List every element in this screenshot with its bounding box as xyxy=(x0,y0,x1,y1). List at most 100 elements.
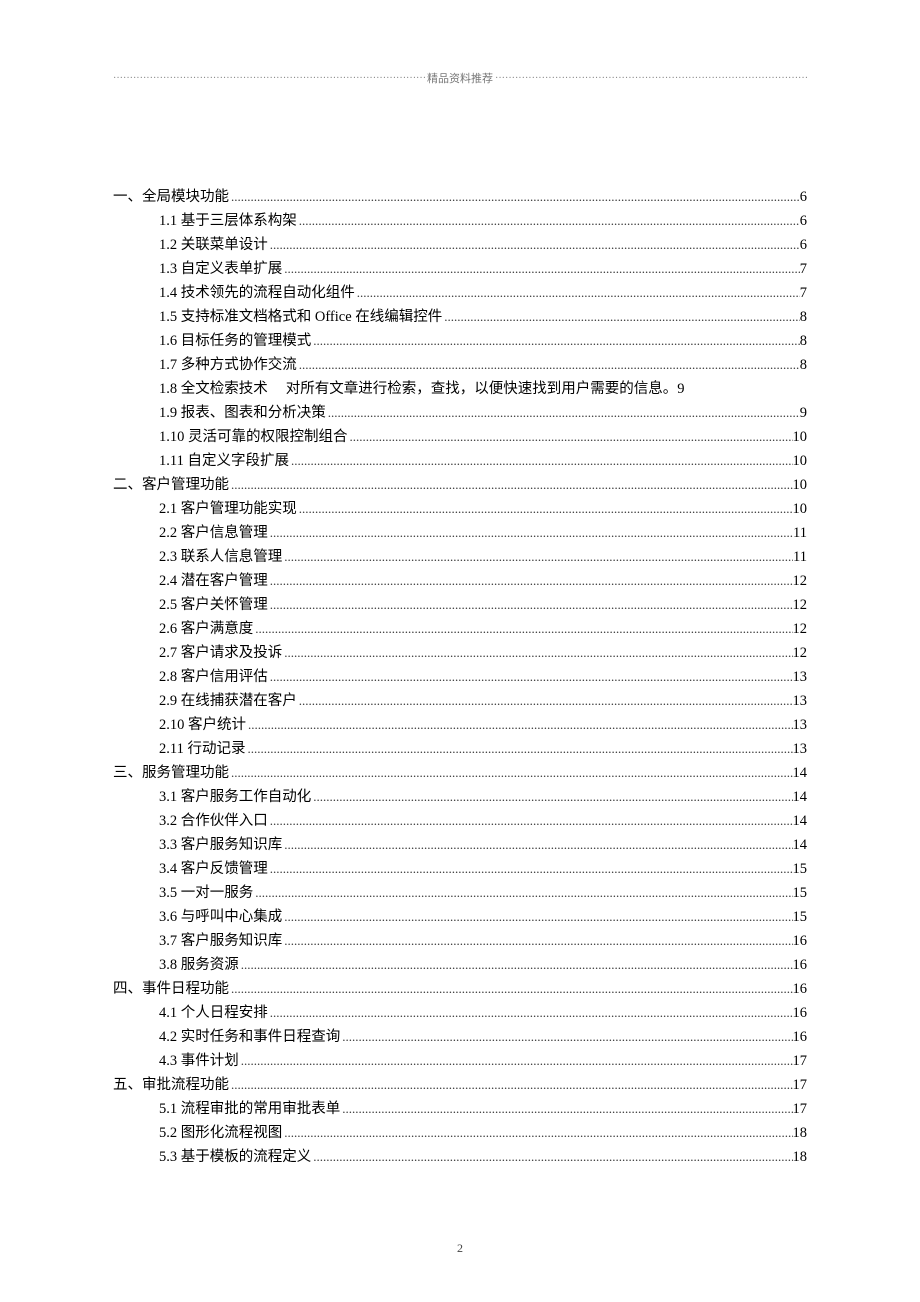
toc-entry: 一、全局模块功能6 xyxy=(113,185,807,209)
toc-page: 15 xyxy=(793,881,808,905)
toc-entry: 2.9 在线捕获潜在客户 13 xyxy=(113,689,807,713)
header-dots-left: ········································… xyxy=(113,73,425,84)
toc-leader xyxy=(239,1049,793,1073)
toc-page: 17 xyxy=(793,1049,808,1073)
toc-page: 13 xyxy=(793,737,808,761)
toc-title: 事件日程功能 xyxy=(142,977,229,1001)
toc-leader xyxy=(229,473,793,497)
toc-title: 1.10 灵活可靠的权限控制组合 xyxy=(159,425,348,449)
toc-entry: 3.6 与呼叫中心集成15 xyxy=(113,905,807,929)
toc-title: 4.1 个人日程安排 xyxy=(159,1001,268,1025)
toc-leader xyxy=(229,761,793,785)
toc-leader xyxy=(326,401,800,425)
page-number: 2 xyxy=(0,1241,920,1256)
toc-page: 15 xyxy=(793,857,808,881)
toc-leader xyxy=(245,737,792,761)
toc-leader xyxy=(297,497,793,521)
toc-entry: 5.2 图形化流程视图18 xyxy=(113,1121,807,1145)
toc-leader xyxy=(268,857,793,881)
toc-page: 11 xyxy=(793,545,807,569)
toc-page: 9 xyxy=(677,377,684,401)
toc-leader xyxy=(311,329,800,353)
toc-container: 一、全局模块功能61.1 基于三层体系构架61.2 关联菜单设计61.3 自定义… xyxy=(113,185,807,1169)
toc-page: 15 xyxy=(793,905,808,929)
toc-entry: 3.8 服务资源16 xyxy=(113,953,807,977)
toc-title: 3.5 一对一服务 xyxy=(159,881,253,905)
toc-leader xyxy=(355,281,800,305)
toc-title: 2.1 客户管理功能实现 xyxy=(159,497,297,521)
toc-title: 客户管理功能 xyxy=(142,473,229,497)
toc-title: 1.9 报表、图表和分析决策 xyxy=(159,401,326,425)
toc-page: 8 xyxy=(800,329,807,353)
toc-title: 4.3 事件计划 xyxy=(159,1049,239,1073)
toc-leader xyxy=(268,233,800,257)
toc-title: 3.3 客户服务知识库 xyxy=(159,833,282,857)
toc-title: 2.4 潜在客户管理 xyxy=(159,569,268,593)
toc-entry: 1.9 报表、图表和分析决策 9 xyxy=(113,401,807,425)
toc-page: 7 xyxy=(800,257,807,281)
toc-leader xyxy=(282,545,793,569)
toc-title: 2.2 客户信息管理 xyxy=(159,521,268,545)
toc-entry: 1.5 支持标准文档格式和 Office 在线编辑控件 8 xyxy=(113,305,807,329)
toc-entry: 2.4 潜在客户管理12 xyxy=(113,569,807,593)
toc-page: 14 xyxy=(793,785,808,809)
toc-leader xyxy=(297,689,793,713)
toc-page: 6 xyxy=(800,185,807,209)
toc-entry: 5.1 流程审批的常用审批表单17 xyxy=(113,1097,807,1121)
toc-title: 3.1 客户服务工作自动化 xyxy=(159,785,311,809)
toc-prefix: 二、 xyxy=(113,473,142,497)
toc-title: 2.8 客户信用评估 xyxy=(159,665,268,689)
toc-page: 12 xyxy=(793,641,808,665)
toc-leader xyxy=(229,1073,793,1097)
toc-page: 17 xyxy=(793,1097,808,1121)
toc-entry: 2.3 联系人信息管理11 xyxy=(113,545,807,569)
toc-page: 9 xyxy=(800,401,807,425)
toc-page: 10 xyxy=(793,425,808,449)
toc-entry: 3.3 客户服务知识库14 xyxy=(113,833,807,857)
toc-page: 7 xyxy=(800,281,807,305)
toc-leader xyxy=(311,785,792,809)
toc-title: 1.1 基于三层体系构架 xyxy=(159,209,297,233)
toc-page: 16 xyxy=(793,1025,808,1049)
toc-title: 服务管理功能 xyxy=(142,761,229,785)
toc-page: 13 xyxy=(793,689,808,713)
toc-entry: 2.6 客户满意度12 xyxy=(113,617,807,641)
toc-entry: 4.3 事件计划 17 xyxy=(113,1049,807,1073)
toc-entry: 二、客户管理功能10 xyxy=(113,473,807,497)
toc-page: 14 xyxy=(793,809,808,833)
toc-title: 1.6 目标任务的管理模式 xyxy=(159,329,311,353)
page-header: ········································… xyxy=(113,70,807,86)
toc-page: 8 xyxy=(800,305,807,329)
toc-entry: 3.2 合作伙伴入口 14 xyxy=(113,809,807,833)
toc-title: 3.2 合作伙伴入口 xyxy=(159,809,268,833)
toc-entry: 1.7 多种方式协作交流 8 xyxy=(113,353,807,377)
header-dots-right: ········································… xyxy=(495,73,807,84)
toc-page: 16 xyxy=(793,1001,808,1025)
toc-title: 5.2 图形化流程视图 xyxy=(159,1121,282,1145)
toc-entry: 2.11 行动记录13 xyxy=(113,737,807,761)
toc-leader xyxy=(253,617,792,641)
toc-title: 1.5 支持标准文档格式和 Office 在线编辑控件 xyxy=(159,305,442,329)
toc-page: 6 xyxy=(800,233,807,257)
toc-leader xyxy=(229,185,800,209)
toc-entry: 3.1 客户服务工作自动化 14 xyxy=(113,785,807,809)
toc-page: 18 xyxy=(793,1145,808,1169)
toc-page: 8 xyxy=(800,353,807,377)
toc-entry: 1.10 灵活可靠的权限控制组合 10 xyxy=(113,425,807,449)
toc-entry: 2.7 客户请求及投诉12 xyxy=(113,641,807,665)
toc-title: 1.7 多种方式协作交流 xyxy=(159,353,297,377)
toc-leader xyxy=(282,1121,792,1145)
toc-page: 17 xyxy=(793,1073,808,1097)
toc-leader xyxy=(268,569,793,593)
toc-entry: 4.2 实时任务和事件日程查询16 xyxy=(113,1025,807,1049)
toc-leader xyxy=(311,1145,792,1169)
toc-title: 2.9 在线捕获潜在客户 xyxy=(159,689,297,713)
toc-leader xyxy=(282,929,792,953)
toc-page: 11 xyxy=(793,521,807,545)
toc-title: 1.2 关联菜单设计 xyxy=(159,233,268,257)
toc-entry: 2.10 客户统计13 xyxy=(113,713,807,737)
toc-entry: 2.2 客户信息管理 11 xyxy=(113,521,807,545)
header-label: 精品资料推荐 xyxy=(425,70,495,86)
toc-entry: 3.5 一对一服务 15 xyxy=(113,881,807,905)
toc-entry: 4.1 个人日程安排 16 xyxy=(113,1001,807,1025)
